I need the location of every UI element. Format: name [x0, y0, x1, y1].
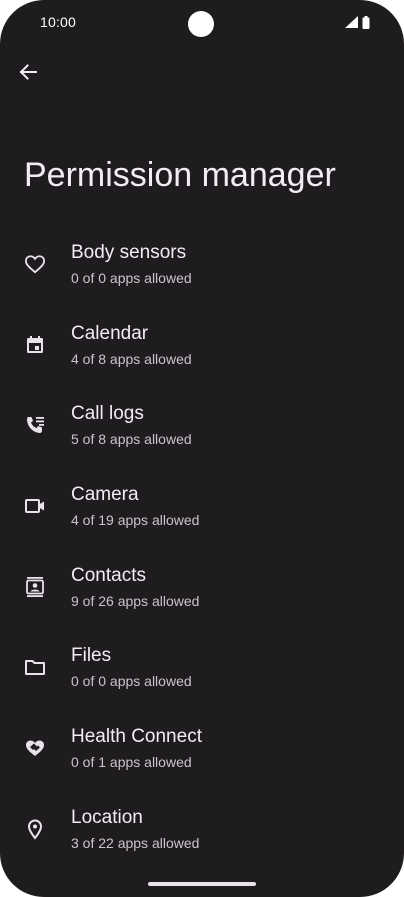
permission-label: Camera [71, 484, 139, 506]
permission-summary: 0 of 0 apps allowed [71, 270, 192, 286]
permission-summary: 3 of 22 apps allowed [71, 834, 200, 851]
permission-item-calendar[interactable]: Calendar 4 of 8 apps allowed [0, 318, 404, 399]
camera-icon [24, 495, 46, 517]
page-title: Permission manager [24, 156, 336, 194]
permission-item-contacts[interactable]: Contacts 9 of 26 apps allowed [0, 560, 404, 641]
contacts-icon [24, 576, 46, 598]
back-button[interactable] [14, 60, 42, 88]
permission-summary: 4 of 19 apps allowed [71, 512, 200, 529]
permission-item-call-logs[interactable]: Call logs 5 of 8 apps allowed [0, 398, 404, 479]
permission-label: Files [71, 645, 112, 667]
status-icons [345, 15, 370, 29]
heart-icon [24, 253, 46, 275]
permission-label: Body sensors [71, 242, 187, 263]
permission-summary: 0 of 0 apps allowed [71, 673, 192, 690]
permission-item-files[interactable]: Files 0 of 0 apps allowed [0, 640, 404, 721]
phone-screen: 10:00 Permission manager Body sensors 0 … [0, 0, 404, 897]
permission-label: Contacts [71, 564, 146, 586]
health-connect-icon [24, 737, 46, 759]
status-time: 10:00 [40, 14, 77, 30]
calendar-icon [24, 334, 46, 356]
permission-list: Body sensors 0 of 0 apps allowed Calenda… [0, 237, 404, 883]
status-bar: 10:00 [0, 0, 404, 46]
permission-label: Health Connect [71, 726, 202, 748]
permission-item-health-connect[interactable]: Health Connect 0 of 1 apps allowed [0, 721, 404, 802]
folder-icon [24, 656, 46, 678]
location-pin-icon [24, 818, 46, 840]
permission-label: Location [71, 806, 143, 828]
signal-icon [345, 16, 358, 28]
arrow-back-icon [19, 63, 37, 86]
permission-label: Call logs [71, 403, 144, 425]
permission-summary: 9 of 26 apps allowed [71, 592, 200, 609]
permission-summary: 4 of 8 apps allowed [71, 350, 192, 367]
permission-item-location[interactable]: Location 3 of 22 apps allowed [0, 802, 404, 883]
permission-summary: 5 of 8 apps allowed [71, 431, 192, 448]
permission-summary: 0 of 1 apps allowed [71, 754, 192, 771]
permission-label: Calendar [71, 322, 149, 344]
permission-item-camera[interactable]: Camera 4 of 19 apps allowed [0, 479, 404, 560]
camera-cutout [188, 11, 214, 37]
call-log-icon [24, 414, 46, 436]
battery-icon [362, 15, 370, 29]
permission-item-body-sensors[interactable]: Body sensors 0 of 0 apps allowed [0, 237, 404, 318]
home-indicator[interactable] [148, 882, 256, 886]
